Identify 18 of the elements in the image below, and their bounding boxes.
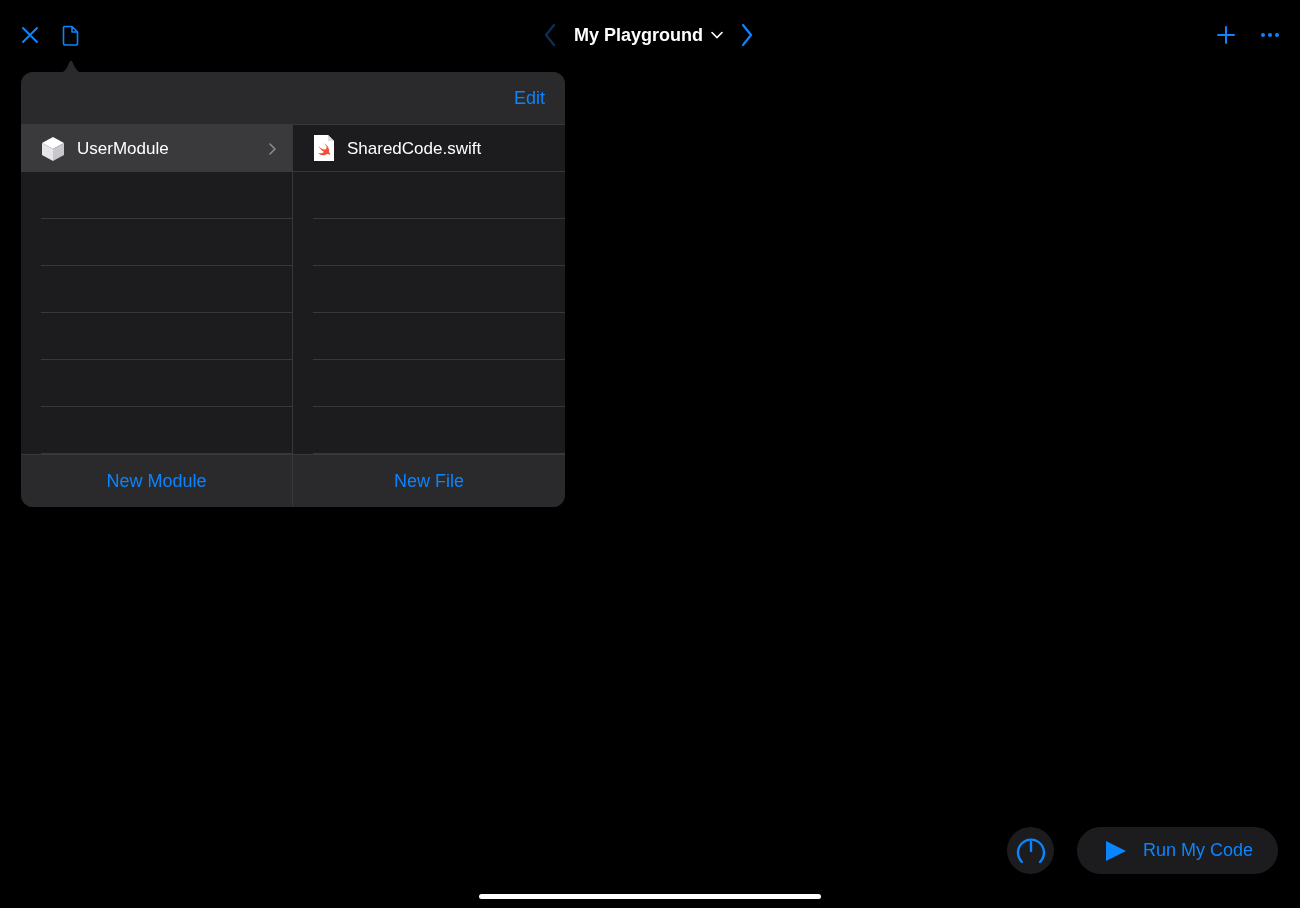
add-button[interactable]	[1216, 25, 1236, 45]
speedometer-icon	[1014, 835, 1047, 866]
close-button[interactable]	[20, 25, 40, 45]
swift-file-icon	[313, 134, 335, 163]
chevron-right-icon	[269, 143, 276, 155]
ellipsis-icon	[1261, 33, 1279, 37]
file-row[interactable]: SharedCode.swift	[293, 125, 565, 173]
title-menu[interactable]: My Playground	[574, 21, 723, 49]
new-item-button[interactable]: New File	[293, 455, 565, 507]
play-icon	[1105, 839, 1127, 862]
module-row[interactable]: UserModule	[21, 125, 292, 173]
run-code-button[interactable]: Run My Code	[1077, 827, 1278, 874]
speedometer-button[interactable]	[1007, 827, 1054, 874]
chevron-down-icon	[711, 31, 723, 39]
edit-button[interactable]: Edit	[513, 84, 545, 112]
new-item-button[interactable]: New Module	[21, 455, 293, 507]
cube-icon	[41, 136, 65, 162]
document-icon[interactable]	[60, 23, 80, 47]
